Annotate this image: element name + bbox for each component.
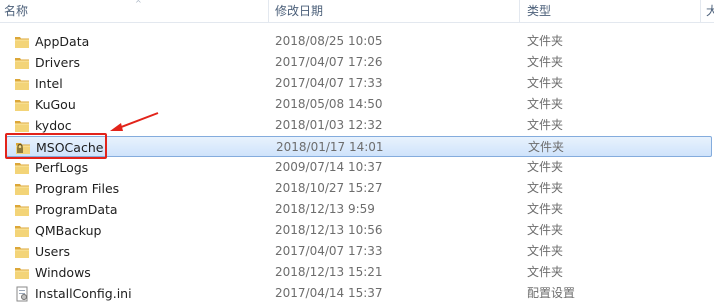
folder-icon xyxy=(14,181,30,196)
file-name: KuGou xyxy=(35,97,76,112)
file-type: 配置设置 xyxy=(527,286,576,300)
annotation-arrow-icon xyxy=(110,112,159,131)
file-date: 2018/08/25 10:05 xyxy=(275,34,383,48)
file-row[interactable]: AppData 2018/08/25 10:05 文件夹 xyxy=(6,31,712,52)
column-divider[interactable] xyxy=(700,0,701,22)
file-name: Program Files xyxy=(35,181,120,196)
file-date: 2017/04/14 15:37 xyxy=(275,286,383,300)
file-date: 2017/04/07 17:26 xyxy=(275,55,383,69)
file-row[interactable]: QMBackup 2018/12/13 10:56 文件夹 xyxy=(6,220,712,241)
file-type: 文件夹 xyxy=(527,34,564,48)
folder-icon xyxy=(14,97,30,112)
file-date: 2018/01/03 12:32 xyxy=(275,118,383,132)
file-name: Users xyxy=(35,244,71,259)
file-row[interactable]: InstallConfig.ini 2017/04/14 15:37 配置设置 xyxy=(6,283,712,304)
folder-icon xyxy=(14,160,30,175)
column-date-header[interactable]: 修改日期 xyxy=(275,3,323,19)
file-date: 2018/10/27 15:27 xyxy=(275,181,383,195)
sort-arrow-icon: ^ xyxy=(135,0,142,8)
file-type: 文件夹 xyxy=(527,160,564,174)
column-type-header[interactable]: 类型 xyxy=(527,3,551,19)
file-date: 2018/12/13 10:56 xyxy=(275,223,383,237)
file-type: 文件夹 xyxy=(527,181,564,195)
column-header: ^ 名称 修改日期 类型 大 xyxy=(0,0,714,23)
file-name: Intel xyxy=(35,76,63,91)
folder-icon xyxy=(14,244,30,259)
file-name: Drivers xyxy=(35,55,80,70)
file-date: 2017/04/07 17:33 xyxy=(275,76,383,90)
file-name: InstallConfig.ini xyxy=(35,286,132,301)
file-row[interactable]: MSOCache 2018/01/17 14:01 文件夹 xyxy=(6,136,712,157)
ini-file-icon xyxy=(14,286,30,302)
file-date: 2018/05/08 14:50 xyxy=(275,97,383,111)
file-date: 2018/01/17 14:01 xyxy=(276,140,384,154)
file-type: 文件夹 xyxy=(528,140,565,154)
file-name: PerfLogs xyxy=(35,160,89,175)
folder-icon xyxy=(14,223,30,238)
file-type: 文件夹 xyxy=(527,76,564,90)
folder-icon xyxy=(14,265,30,280)
file-date: 2018/12/13 9:59 xyxy=(275,202,375,216)
file-row[interactable]: Windows 2018/12/13 15:21 文件夹 xyxy=(6,262,712,283)
file-row[interactable]: Drivers 2017/04/07 17:26 文件夹 xyxy=(6,52,712,73)
file-row[interactable]: Program Files 2018/10/27 15:27 文件夹 xyxy=(6,178,712,199)
file-type: 文件夹 xyxy=(527,97,564,111)
file-row[interactable]: ProgramData 2018/12/13 9:59 文件夹 xyxy=(6,199,712,220)
file-name: AppData xyxy=(35,34,90,49)
folder-icon xyxy=(14,34,30,49)
column-divider[interactable] xyxy=(268,0,269,22)
file-type: 文件夹 xyxy=(527,223,564,237)
file-type: 文件夹 xyxy=(527,118,564,132)
file-row[interactable]: PerfLogs 2009/07/14 10:37 文件夹 xyxy=(6,157,712,178)
file-type: 文件夹 xyxy=(527,244,564,258)
folder-icon xyxy=(14,118,30,133)
folder-icon xyxy=(14,202,30,217)
column-size-header[interactable]: 大 xyxy=(706,3,714,19)
file-date: 2009/07/14 10:37 xyxy=(275,160,383,174)
column-name-header[interactable]: 名称 xyxy=(4,3,28,19)
file-type: 文件夹 xyxy=(527,265,564,279)
file-name: ProgramData xyxy=(35,202,118,217)
file-type: 文件夹 xyxy=(527,202,564,216)
file-date: 2018/12/13 15:21 xyxy=(275,265,383,279)
file-row[interactable]: Intel 2017/04/07 17:33 文件夹 xyxy=(6,73,712,94)
file-name: QMBackup xyxy=(35,223,102,238)
file-row[interactable]: Users 2017/04/07 17:33 文件夹 xyxy=(6,241,712,262)
file-date: 2017/04/07 17:33 xyxy=(275,244,383,258)
folder-icon xyxy=(14,55,30,70)
file-name: Windows xyxy=(35,265,91,280)
highlight-box xyxy=(5,133,107,159)
file-type: 文件夹 xyxy=(527,55,564,69)
column-divider[interactable] xyxy=(519,0,520,22)
folder-icon xyxy=(14,76,30,91)
